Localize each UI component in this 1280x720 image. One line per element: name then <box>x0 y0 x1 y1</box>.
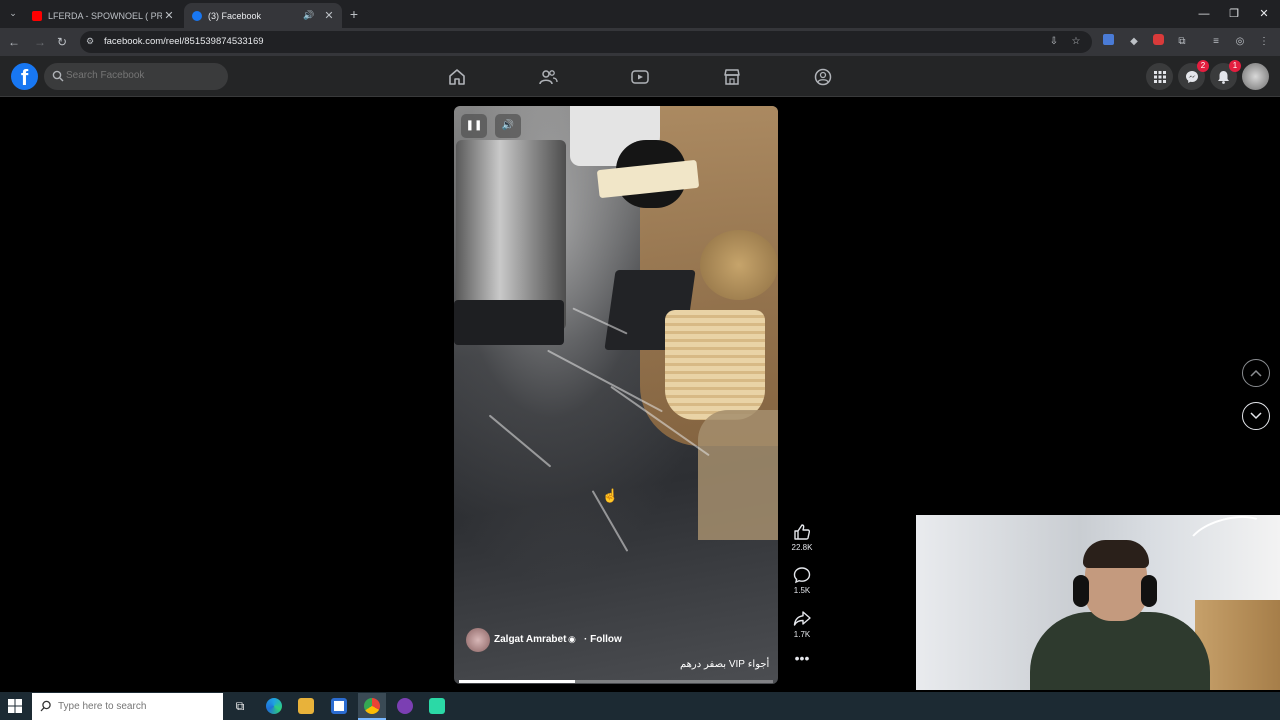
site-info-icon[interactable]: ⚙ <box>86 36 96 46</box>
search-icon <box>52 70 64 82</box>
video-scene-burlap-sack <box>698 410 778 540</box>
account-avatar[interactable] <box>1242 63 1269 90</box>
messenger-badge: 2 <box>1197 60 1209 72</box>
browser-menu-icon[interactable]: ⋮ <box>1256 34 1272 50</box>
facebook-search-input[interactable] <box>66 70 216 81</box>
mute-button[interactable]: 🔊 <box>495 114 521 138</box>
profile-icon[interactable]: ◎ <box>1232 34 1248 50</box>
friends-icon[interactable] <box>538 67 558 87</box>
headset-icon <box>1073 575 1089 607</box>
home-icon[interactable] <box>447 67 467 87</box>
share-icon[interactable] <box>792 608 812 628</box>
marketplace-icon[interactable] <box>722 67 742 87</box>
tab-title: LFERDA - SPOWNOEL ( PROD B <box>48 10 162 21</box>
close-window-icon[interactable]: ✕ <box>1254 6 1274 22</box>
youtube-favicon-icon <box>32 10 42 21</box>
webcam-person-hair <box>1083 540 1149 568</box>
back-arrow-icon[interactable]: ← <box>6 34 22 50</box>
video-progress-fill <box>459 680 576 683</box>
new-tab-button[interactable]: + <box>346 6 362 22</box>
like-count: 22.8K <box>791 543 813 552</box>
comment-count: 1.5K <box>793 586 811 595</box>
tab-facebook[interactable]: (3) Facebook 🔊 ✕ <box>184 3 342 28</box>
webcam-person-body <box>1030 612 1210 690</box>
mouse-cursor-icon: ☝ <box>602 488 619 503</box>
task-view-icon[interactable]: ⧉ <box>232 698 248 714</box>
media-controls-icon[interactable]: ≡ <box>1208 34 1224 50</box>
tab-title: (3) Facebook <box>208 10 262 21</box>
chrome-icon <box>364 698 380 714</box>
reel-caption: أجواء VIP بصفر درهم <box>680 659 770 670</box>
previous-reel-button[interactable] <box>1242 359 1270 387</box>
menu-grid-button[interactable] <box>1146 63 1173 90</box>
video-watch-icon[interactable] <box>630 67 650 87</box>
extension-icon[interactable]: ◆ <box>1126 34 1142 50</box>
url-text[interactable]: facebook.com/reel/851539874533169 <box>104 36 264 47</box>
notifications-badge: 1 <box>1229 60 1241 72</box>
facebook-favicon-icon <box>192 10 202 21</box>
chevron-up-icon <box>1250 369 1262 377</box>
pause-button[interactable]: ❚❚ <box>461 114 487 138</box>
reload-icon[interactable]: ↻ <box>54 34 70 50</box>
author-name[interactable]: Zalgat Amrabet <box>494 634 566 645</box>
translate-extension-icon[interactable] <box>1100 34 1116 50</box>
headset-icon <box>1141 575 1157 607</box>
facebook-logo-icon[interactable]: f <box>11 63 38 90</box>
forward-arrow-icon[interactable]: → <box>32 34 48 50</box>
groups-gaming-icon[interactable] <box>813 67 833 87</box>
taskbar-search-input[interactable] <box>58 701 208 712</box>
video-scene-wooden-plate <box>700 230 778 300</box>
edge-browser-icon[interactable] <box>266 698 282 714</box>
more-options-icon[interactable]: ••• <box>792 651 812 668</box>
globe-icon: ◉ <box>568 634 576 644</box>
author-avatar[interactable] <box>466 628 490 652</box>
grid-icon <box>1153 70 1166 83</box>
microsoft-store-icon[interactable] <box>331 698 347 714</box>
comment-icon[interactable] <box>792 565 812 585</box>
tab-search-button[interactable]: ⌄ <box>6 8 20 20</box>
bookmark-star-icon[interactable]: ☆ <box>1068 34 1084 50</box>
video-scene-induction-burner <box>454 300 564 345</box>
next-reel-button[interactable] <box>1242 402 1270 430</box>
search-icon <box>40 700 51 712</box>
messenger-icon <box>1185 70 1198 83</box>
volume-icon: 🔊 <box>501 120 515 131</box>
extensions-puzzle-icon[interactable]: ⧉ <box>1174 34 1190 50</box>
install-app-icon[interactable]: ⇩ <box>1046 34 1062 50</box>
video-scene-paper-boats <box>665 310 765 420</box>
tab-youtube[interactable]: LFERDA - SPOWNOEL ( PROD B ✕ <box>24 3 182 28</box>
extension-red-icon[interactable] <box>1150 34 1166 50</box>
file-explorer-icon[interactable] <box>298 698 314 714</box>
share-count: 1.7K <box>793 630 811 639</box>
minimize-icon[interactable]: — <box>1194 6 1214 22</box>
speaker-icon[interactable]: 🔊 <box>302 10 316 21</box>
follow-button[interactable]: · Follow <box>584 634 622 645</box>
app-icon[interactable] <box>429 698 445 714</box>
restore-icon[interactable]: ❐ <box>1224 6 1244 22</box>
tab-close-icon[interactable]: ✕ <box>322 9 336 22</box>
windows-start-icon[interactable] <box>8 699 22 713</box>
obs-recorder-icon[interactable] <box>397 698 413 714</box>
bell-icon <box>1218 70 1229 84</box>
chevron-down-icon <box>1250 412 1262 420</box>
pause-icon: ❚❚ <box>465 120 483 131</box>
tab-close-icon[interactable]: ✕ <box>162 9 176 22</box>
like-thumb-icon[interactable] <box>792 522 812 542</box>
